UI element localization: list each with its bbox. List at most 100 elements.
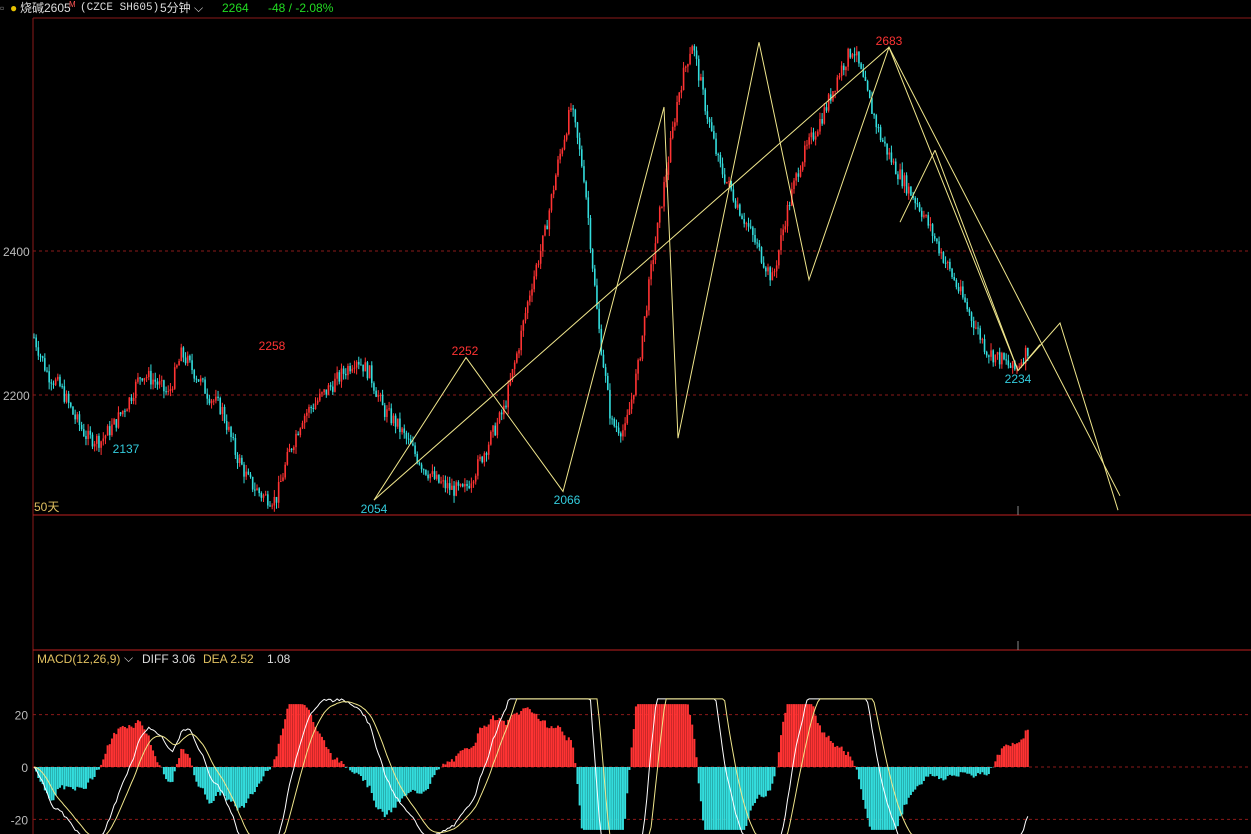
- macd-histogram-bar: [89, 767, 92, 779]
- candle-body: [251, 477, 254, 490]
- macd-histogram-bar: [193, 767, 196, 776]
- candle-body: [717, 154, 720, 156]
- candle-body: [160, 380, 163, 382]
- candle-body: [808, 137, 810, 145]
- candle-body: [169, 389, 172, 391]
- macd-histogram-bar: [359, 767, 362, 777]
- macd-histogram-bar: [840, 746, 843, 767]
- candle-body: [481, 456, 483, 463]
- macd-histogram-bar: [143, 729, 146, 767]
- macd-histogram-bar: [191, 765, 194, 767]
- candle-body: [295, 433, 297, 448]
- macd-histogram-bar: [565, 740, 568, 767]
- candle-body: [944, 262, 947, 264]
- chart-canvas[interactable]: 2137 2258 2054 2252 2066 2683 2234 2400 2200 20 0…: [0, 0, 1251, 834]
- macd-histogram-bar: [907, 767, 910, 798]
- trend-line: [934, 150, 1019, 371]
- macd-histogram-bar: [747, 767, 750, 819]
- macd-histogram-bar: [704, 767, 707, 830]
- candle-body: [910, 186, 912, 196]
- macd-histogram-bar: [182, 749, 185, 767]
- candle-body: [379, 394, 382, 396]
- macd-histogram-bar: [862, 767, 865, 800]
- candle-body: [438, 474, 440, 483]
- candle-body: [176, 365, 178, 368]
- macd-histogram-bar: [336, 757, 339, 767]
- macd-histogram-bar: [388, 767, 391, 811]
- candle-body: [50, 382, 53, 384]
- macd-histogram-bar: [431, 767, 434, 778]
- candle-body: [145, 377, 148, 379]
- macd-histogram-bar: [881, 767, 884, 830]
- candle-body: [243, 464, 245, 477]
- candle-body: [548, 210, 551, 230]
- candle-body: [552, 190, 555, 195]
- macd-histogram-bar: [364, 767, 367, 780]
- macd-histogram-bar: [1007, 745, 1010, 767]
- macd-histogram-bar: [381, 767, 384, 812]
- macd-histogram-bar: [979, 767, 982, 775]
- candle-body: [929, 224, 932, 226]
- macd-histogram-bar: [682, 704, 685, 767]
- macd-histogram-bar: [318, 733, 321, 767]
- macd-histogram-bar: [54, 767, 57, 796]
- macd-histogram-bar: [463, 748, 466, 767]
- candle-body: [678, 92, 681, 102]
- candle-body: [702, 77, 704, 90]
- candle-body: [518, 350, 520, 354]
- macd-histogram-bar: [689, 714, 692, 767]
- candle-body: [836, 77, 839, 91]
- macd-histogram-bar: [842, 751, 845, 767]
- macd-histogram-bar: [838, 747, 841, 767]
- candle-body: [195, 378, 198, 380]
- macd-histogram-bar: [624, 767, 627, 819]
- candle-body: [691, 46, 694, 54]
- macd-histogram-bar: [69, 767, 72, 788]
- macd-histogram-bar: [225, 767, 228, 801]
- candle-body: [695, 50, 698, 59]
- macd-histogram-bar: [370, 767, 373, 794]
- candle-body: [920, 210, 923, 217]
- candle-body: [968, 309, 971, 313]
- macd-histogram-bar: [955, 767, 958, 777]
- macd-histogram-bar: [518, 714, 521, 767]
- macd-histogram-bar: [697, 767, 700, 784]
- candle-body: [602, 354, 605, 368]
- macd-histogram-bar: [173, 767, 176, 772]
- candle-body: [949, 261, 951, 269]
- macd-histogram-bar: [756, 767, 759, 799]
- macd-histogram-bar: [396, 767, 399, 802]
- candle-body: [113, 419, 115, 425]
- macd-histogram-bar: [1026, 729, 1029, 767]
- candle-body: [881, 139, 884, 142]
- macd-histogram-bar: [953, 767, 956, 776]
- candle-body: [656, 222, 659, 244]
- candle-body: [247, 471, 250, 475]
- macd-histogram-bar: [171, 767, 174, 782]
- candle-body: [966, 301, 969, 310]
- macd-histogram-bar: [93, 767, 96, 777]
- candle-body: [165, 391, 167, 393]
- candle-body: [63, 386, 66, 402]
- macd-histogram-bar: [442, 763, 445, 767]
- macd-histogram-bar: [576, 767, 579, 785]
- candle-body: [782, 229, 784, 236]
- macd-histogram-bar: [76, 767, 79, 787]
- macd-histogram-bar: [251, 767, 254, 795]
- candle-body: [61, 386, 63, 388]
- macd-histogram-bar: [909, 767, 912, 796]
- candle-body: [429, 474, 432, 479]
- candle-body: [931, 224, 934, 237]
- candle-body: [953, 276, 956, 280]
- candle-body: [137, 377, 139, 382]
- candle-body: [741, 215, 743, 220]
- candle-body: [444, 480, 447, 489]
- macd-histogram-bar: [964, 767, 967, 773]
- macd-histogram-bar: [868, 767, 871, 827]
- macd-histogram-bar: [810, 704, 813, 767]
- candle-body: [46, 370, 48, 372]
- candle-body: [65, 393, 68, 402]
- candle-body: [598, 308, 600, 329]
- macd-histogram-bar: [446, 761, 449, 767]
- macd-histogram-bar: [427, 767, 430, 789]
